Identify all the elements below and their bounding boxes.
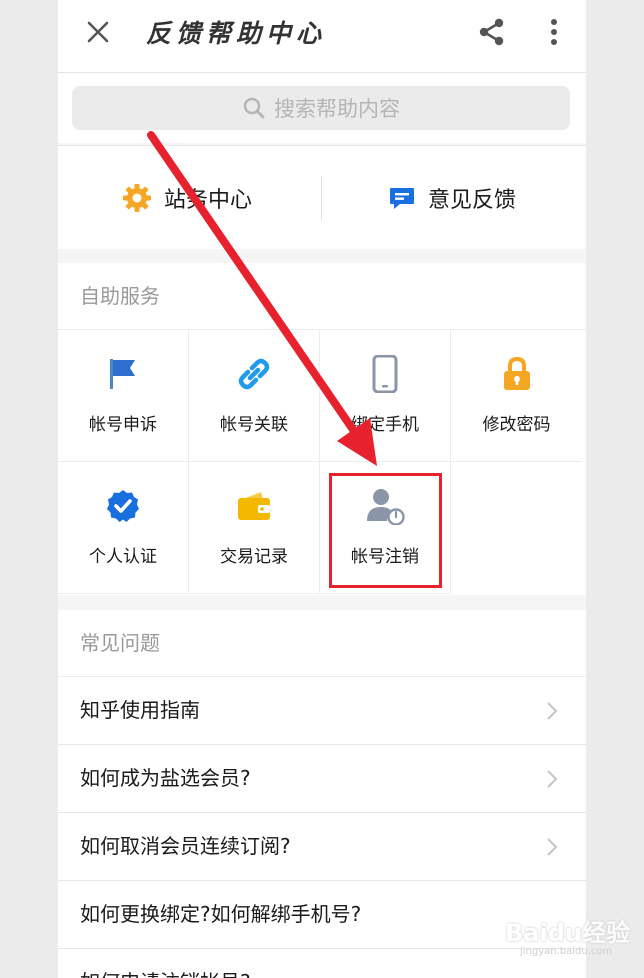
faq-item[interactable]: 如何取消会员连续订阅?: [58, 813, 586, 881]
faq-item[interactable]: 如何成为盐选会员?: [58, 745, 586, 813]
chevron-right-icon: [546, 677, 560, 744]
transaction-record-button[interactable]: 交易记录: [189, 462, 320, 594]
account-cancel-button[interactable]: 帐号注销: [320, 462, 451, 594]
search-bar-container: 搜索帮助内容: [58, 73, 586, 143]
change-password-button[interactable]: 修改密码: [451, 330, 582, 462]
divider: [321, 176, 322, 220]
flag-icon: [110, 359, 135, 389]
chat-bubble-icon: [390, 187, 414, 209]
feedback-button[interactable]: 意见反馈: [388, 146, 516, 249]
bind-phone-button[interactable]: 绑定手机: [320, 330, 451, 462]
page-title: 反馈帮助中心: [146, 19, 327, 48]
search-input[interactable]: 搜索帮助内容: [72, 86, 570, 130]
self-service-grid: 帐号申诉 帐号关联 绑定手机 修改密码 个人认证 交易记录 帐号注销: [58, 330, 586, 595]
search-placeholder: 搜索帮助内容: [274, 97, 400, 121]
station-center-label: 站务中心: [164, 187, 253, 213]
close-icon: [87, 21, 109, 43]
cell-label: 帐号注销: [351, 547, 419, 567]
top-app-bar: 反馈帮助中心: [58, 0, 586, 73]
gear-icon: [123, 183, 151, 212]
faq-item-label: 如何更换绑定?如何解绑手机号?: [80, 902, 362, 926]
chevron-right-icon: [546, 745, 560, 812]
cell-label: 交易记录: [220, 547, 288, 567]
section-heading: 常见问题: [58, 610, 586, 677]
account-link-button[interactable]: 帐号关联: [189, 330, 320, 462]
lock-icon: [503, 356, 530, 390]
phone-icon: [372, 355, 398, 393]
faq-item[interactable]: 知乎使用指南: [58, 677, 586, 745]
cell-label: 个人认证: [89, 547, 157, 567]
quick-actions: 站务中心 意见反馈: [58, 145, 586, 249]
account-appeal-button[interactable]: 帐号申诉: [58, 330, 189, 462]
search-icon: [243, 97, 265, 119]
cell-label: 帐号申诉: [89, 415, 157, 435]
share-button[interactable]: [472, 12, 512, 52]
close-button[interactable]: [80, 14, 116, 50]
faq-item-label: 如何成为盐选会员?: [80, 766, 251, 790]
user-power-icon: [367, 489, 405, 525]
wallet-icon: [238, 492, 270, 520]
cell-label: 绑定手机: [351, 415, 419, 435]
faq-item-label: 如何申请注销帐号?: [80, 970, 251, 978]
faq-item-label: 如何取消会员连续订阅?: [80, 834, 291, 858]
cell-label: 修改密码: [482, 415, 551, 435]
self-service-section: 自助服务 帐号申诉 帐号关联 绑定手机 修改密码 个人认证 交易记录 帐号注销: [58, 263, 586, 595]
station-center-button[interactable]: 站务中心: [122, 146, 252, 249]
more-options-button[interactable]: [534, 12, 574, 52]
help-center-page: 反馈帮助中心 搜索帮助内容 站务中心 意见反馈 自助服务 帐号申诉 帐号关联 绑…: [58, 0, 586, 978]
faq-item-label: 知乎使用指南: [80, 698, 200, 722]
section-heading: 自助服务: [58, 263, 586, 330]
link-icon: [238, 358, 270, 390]
watermark-url: jingyan.baidu.com: [520, 946, 613, 957]
share-icon: [479, 18, 504, 46]
cell-label: 帐号关联: [220, 415, 288, 435]
more-vertical-icon: [551, 19, 557, 45]
personal-verify-button[interactable]: 个人认证: [58, 462, 189, 594]
chevron-right-icon: [546, 813, 560, 880]
verified-badge-icon: [107, 490, 139, 522]
feedback-label: 意见反馈: [428, 187, 517, 213]
